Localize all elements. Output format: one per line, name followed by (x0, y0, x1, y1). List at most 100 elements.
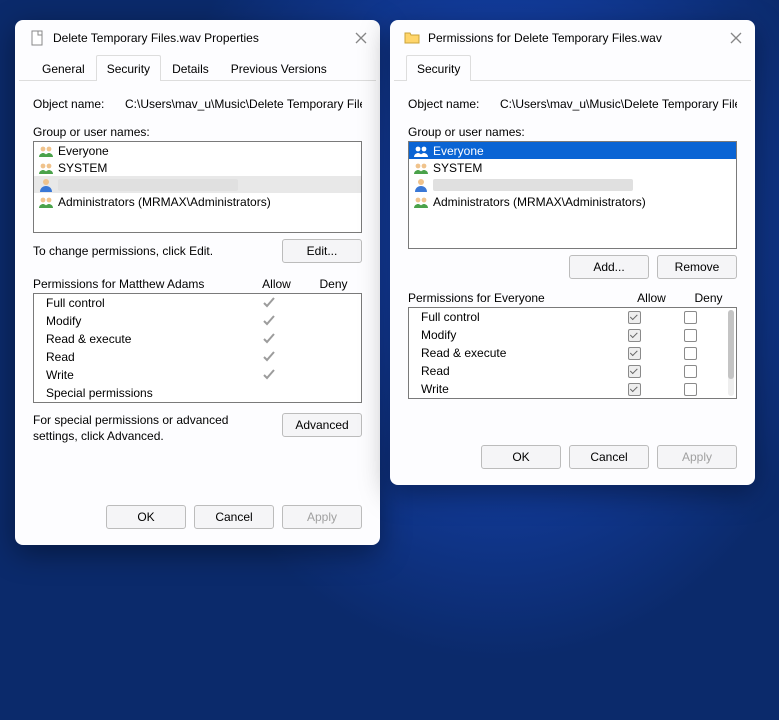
titlebar: Delete Temporary Files.wav Properties (15, 20, 380, 54)
list-item[interactable]: SYSTEM (34, 159, 361, 176)
apply-button[interactable]: Apply (282, 505, 362, 529)
tab-previous-versions[interactable]: Previous Versions (220, 55, 338, 81)
permission-row: Read (409, 362, 726, 380)
edit-hint: To change permissions, click Edit. (33, 244, 274, 258)
folder-icon (404, 30, 420, 46)
object-name-value: C:\Users\mav_u\Music\Delete Temporary Fi… (500, 97, 737, 111)
list-item[interactable]: Administrators (MRMAX\Administrators) (34, 193, 361, 210)
advanced-hint: For special permissions or advanced sett… (33, 413, 272, 444)
ok-button[interactable]: OK (481, 445, 561, 469)
permission-row: Read (34, 348, 361, 366)
tab-security[interactable]: Security (96, 55, 161, 81)
list-item[interactable] (34, 176, 361, 193)
advanced-button[interactable]: Advanced (282, 413, 362, 437)
allow-cell (241, 350, 297, 364)
list-item[interactable]: Everyone (34, 142, 361, 159)
group-icon (38, 194, 54, 210)
tab-bar: Security (394, 54, 751, 81)
perm-header-label: Permissions for Everyone (408, 291, 623, 305)
list-item-label: SYSTEM (58, 161, 107, 175)
check-icon (262, 368, 276, 382)
check-icon (262, 350, 276, 364)
list-item[interactable] (409, 176, 736, 193)
user-icon (413, 177, 429, 193)
apply-button[interactable]: Apply (657, 445, 737, 469)
object-name-label: Object name: (33, 97, 113, 111)
list-item-label (58, 179, 238, 191)
ok-button[interactable]: OK (106, 505, 186, 529)
permission-name: Full control (417, 310, 606, 324)
user-list[interactable]: EveryoneSYSTEM Administrators (MRMAX\Admi… (408, 141, 737, 249)
permission-row: Full control (34, 294, 361, 312)
allow-cell (241, 332, 297, 346)
titlebar: Permissions for Delete Temporary Files.w… (390, 20, 755, 54)
permission-name: Read (417, 364, 606, 378)
checkbox[interactable] (628, 365, 641, 378)
remove-button[interactable]: Remove (657, 255, 737, 279)
checkbox[interactable] (628, 347, 641, 360)
col-allow: Allow (623, 291, 680, 305)
deny-cell (662, 311, 718, 324)
list-item[interactable]: Everyone (409, 142, 736, 159)
allow-cell (606, 311, 662, 324)
tab-details[interactable]: Details (161, 55, 220, 81)
checkbox[interactable] (628, 311, 641, 324)
checkbox[interactable] (684, 347, 697, 360)
scrollbar[interactable] (728, 310, 734, 396)
list-item-label: Everyone (58, 144, 109, 158)
list-item-label: Everyone (433, 144, 484, 158)
allow-cell (606, 383, 662, 396)
checkbox[interactable] (628, 329, 641, 342)
cancel-button[interactable]: Cancel (569, 445, 649, 469)
permission-name: Modify (42, 314, 241, 328)
cancel-button[interactable]: Cancel (194, 505, 274, 529)
permission-row: Write (409, 380, 726, 398)
list-item[interactable]: Administrators (MRMAX\Administrators) (409, 193, 736, 210)
group-icon (38, 143, 54, 159)
col-deny: Deny (680, 291, 737, 305)
permission-row: Read & execute (409, 344, 726, 362)
checkbox[interactable] (684, 329, 697, 342)
permission-name: Write (42, 368, 241, 382)
permission-name: Special permissions (42, 386, 241, 400)
permission-name: Read & execute (417, 346, 606, 360)
tab-security[interactable]: Security (406, 55, 471, 81)
group-label: Group or user names: (408, 125, 737, 139)
close-icon[interactable] (729, 31, 743, 45)
permission-row: Write (34, 366, 361, 384)
user-list[interactable]: Everyone SYSTEM Administrators (MRMAX\Admi… (33, 141, 362, 233)
checkbox[interactable] (628, 383, 641, 396)
properties-dialog: Delete Temporary Files.wav Properties Ge… (15, 20, 380, 545)
tab-bar: General Security Details Previous Versio… (19, 54, 376, 81)
checkbox[interactable] (684, 383, 697, 396)
list-item-label: Administrators (MRMAX\Administrators) (58, 195, 271, 209)
allow-cell (241, 314, 297, 328)
add-button[interactable]: Add... (569, 255, 649, 279)
allow-cell (606, 347, 662, 360)
file-icon (29, 30, 45, 46)
user-icon (38, 177, 54, 193)
permission-row: Full control (409, 308, 726, 326)
checkbox[interactable] (684, 365, 697, 378)
tab-general[interactable]: General (31, 55, 96, 81)
allow-cell (241, 368, 297, 382)
permission-row: Read & execute (34, 330, 361, 348)
permission-list: Full controlModifyRead & executeReadWrit… (408, 307, 737, 399)
list-item[interactable]: SYSTEM (409, 159, 736, 176)
list-item-label (433, 179, 633, 191)
allow-cell (241, 296, 297, 310)
check-icon (262, 332, 276, 346)
perm-header-label: Permissions for Matthew Adams (33, 277, 248, 291)
group-icon (413, 194, 429, 210)
check-icon (262, 296, 276, 310)
object-name-label: Object name: (408, 97, 488, 111)
edit-button[interactable]: Edit... (282, 239, 362, 263)
group-icon (413, 160, 429, 176)
permissions-dialog: Permissions for Delete Temporary Files.w… (390, 20, 755, 485)
group-icon (38, 160, 54, 176)
window-title: Delete Temporary Files.wav Properties (53, 31, 346, 45)
deny-cell (662, 347, 718, 360)
deny-cell (662, 383, 718, 396)
close-icon[interactable] (354, 31, 368, 45)
checkbox[interactable] (684, 311, 697, 324)
